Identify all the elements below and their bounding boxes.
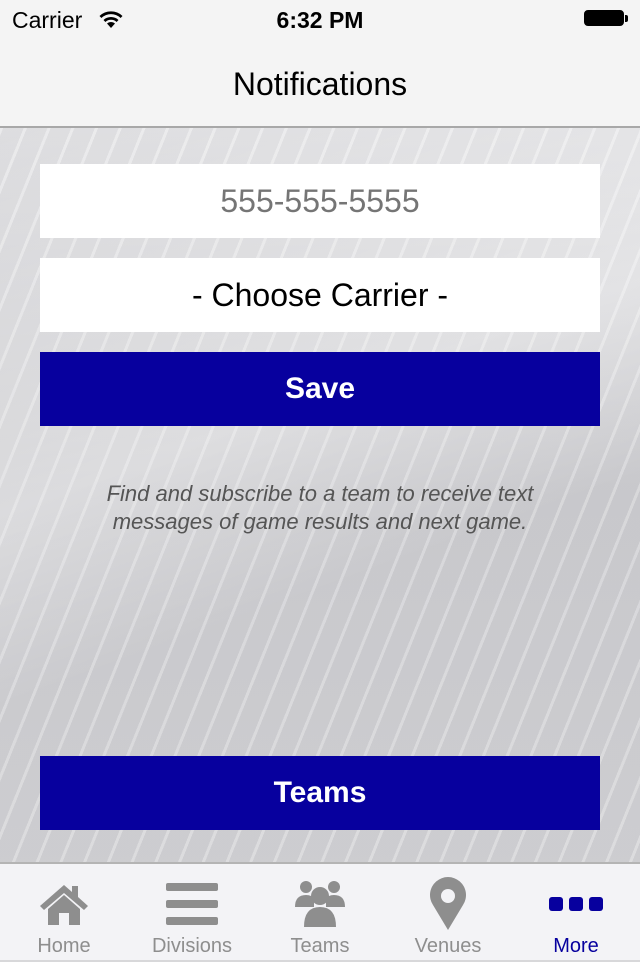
tab-divisions[interactable]: Divisions [128, 864, 256, 962]
page-title: Notifications [232, 66, 408, 102]
tab-label: Home [37, 935, 91, 957]
tab-label: Teams [290, 935, 350, 957]
carrier-select[interactable]: - Choose Carrier - [40, 258, 600, 332]
home-icon [0, 874, 128, 934]
navigation-bar: Notifications [0, 40, 640, 128]
tab-home[interactable]: Home [0, 864, 128, 962]
tab-label: More [553, 935, 599, 957]
teams-button[interactable]: Teams [40, 756, 600, 830]
clock: 6:32 PM [276, 7, 364, 33]
info-text: Find and subscribe to a team to receive … [106, 481, 534, 534]
tab-bar: Home Divisions Teams Venues More [0, 862, 640, 960]
tab-venues[interactable]: Venues [384, 864, 512, 962]
save-button[interactable]: Save [40, 352, 600, 426]
tab-more[interactable]: More [512, 864, 640, 962]
battery-icon [584, 10, 628, 28]
status-bar: Carrier 6:32 PM [0, 0, 640, 40]
tab-label: Divisions [151, 935, 233, 957]
tab-label: Venues [414, 935, 482, 957]
tab-teams[interactable]: Teams [256, 864, 384, 962]
map-pin-icon [384, 874, 512, 934]
list-icon [128, 874, 256, 934]
phone-number-input[interactable] [40, 164, 600, 238]
more-icon [512, 874, 640, 934]
group-icon [256, 874, 384, 934]
